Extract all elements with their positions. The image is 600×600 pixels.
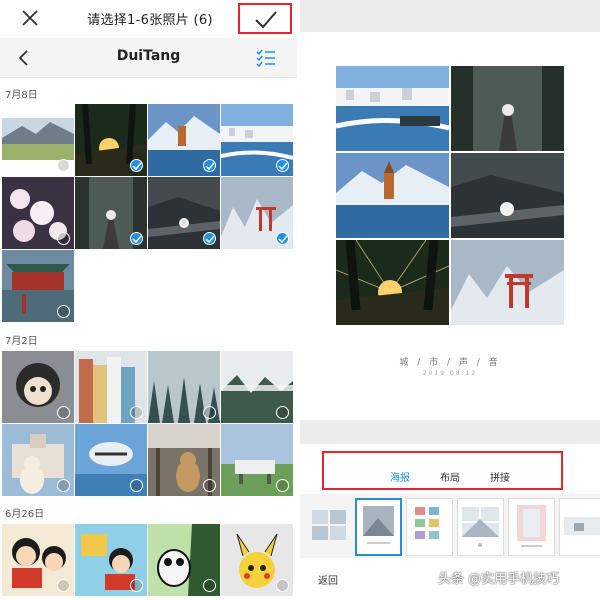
album-name[interactable]: DuiTang xyxy=(100,48,197,64)
watermark-text: 头条 @实用手机技巧 xyxy=(438,572,560,587)
photo-thumbnail[interactable] xyxy=(2,524,74,596)
photo-thumbnail[interactable] xyxy=(148,524,220,596)
photo-thumbnail[interactable] xyxy=(148,351,220,423)
poster-title[interactable]: 城 / 市 / 声 / 音 xyxy=(300,355,600,368)
photo-thumbnail[interactable] xyxy=(75,177,147,249)
select-indicator[interactable] xyxy=(57,406,70,419)
select-indicator-checked[interactable] xyxy=(276,232,289,245)
template-thumbnail-selected[interactable] xyxy=(355,498,402,556)
template-thumbnail[interactable] xyxy=(559,498,600,556)
template-thumbnail[interactable] xyxy=(457,498,504,556)
poster-preview: 城 / 市 / 声 / 音 2019.08.12 xyxy=(300,32,600,420)
photo-thumbnail[interactable] xyxy=(148,177,220,249)
select-indicator-checked[interactable] xyxy=(276,159,289,172)
tab-poster[interactable]: 海报 xyxy=(390,469,410,484)
photo-thumbnail[interactable] xyxy=(221,104,293,176)
select-indicator[interactable] xyxy=(203,406,216,419)
tab-splice[interactable]: 拼接 xyxy=(490,469,510,484)
photo-thumbnail[interactable] xyxy=(2,351,74,423)
template-thumbnail[interactable] xyxy=(306,498,353,556)
checkmark-icon xyxy=(278,162,288,170)
chevron-left-icon[interactable] xyxy=(14,48,34,68)
collage-editor-panel: 城 / 市 / 声 / 音 2019.08.12 海报 布局 拼接 返回 头条 … xyxy=(300,0,600,600)
select-indicator[interactable] xyxy=(203,479,216,492)
photo-thumbnail[interactable] xyxy=(2,104,74,176)
photo-thumbnail[interactable] xyxy=(75,351,147,423)
select-indicator[interactable] xyxy=(276,479,289,492)
collage-cell[interactable] xyxy=(336,153,449,238)
collage-cell[interactable] xyxy=(336,66,449,151)
close-icon[interactable] xyxy=(18,6,42,30)
collage-cell[interactable] xyxy=(451,66,564,151)
checkmark-icon xyxy=(278,235,288,243)
checkmark-icon xyxy=(132,162,142,170)
picker-title: 请选择1-6张照片 (6) xyxy=(87,13,213,28)
select-indicator[interactable] xyxy=(130,479,143,492)
select-indicator[interactable] xyxy=(57,305,70,318)
multi-select-icon[interactable] xyxy=(255,47,277,69)
collage-grid xyxy=(336,66,564,326)
select-indicator[interactable] xyxy=(130,406,143,419)
checkmark-icon xyxy=(132,235,142,243)
checkmark-icon xyxy=(205,162,215,170)
template-thumbnail[interactable] xyxy=(508,498,555,556)
album-nav-bar: DuiTang xyxy=(0,38,297,78)
checkmark-icon xyxy=(205,235,215,243)
select-indicator[interactable] xyxy=(57,579,70,592)
select-indicator[interactable] xyxy=(276,579,289,592)
photo-thumbnail[interactable] xyxy=(75,424,147,496)
select-indicator-checked[interactable] xyxy=(203,159,216,172)
select-indicator[interactable] xyxy=(203,579,216,592)
photo-thumbnail[interactable] xyxy=(221,351,293,423)
photo-thumbnail[interactable] xyxy=(2,424,74,496)
collage-cell[interactable] xyxy=(451,240,564,325)
tab-layout[interactable]: 布局 xyxy=(440,469,460,484)
photo-picker-panel: 请选择1-6张照片 (6) DuiTang 7月8日 7月2日 6月26日 xyxy=(0,0,297,600)
select-indicator[interactable] xyxy=(130,579,143,592)
select-indicator[interactable] xyxy=(57,479,70,492)
photo-thumbnail[interactable] xyxy=(75,104,147,176)
poster-date: 2019.08.12 xyxy=(422,370,478,377)
photo-thumbnail[interactable] xyxy=(221,524,293,596)
confirm-button[interactable] xyxy=(238,3,292,34)
section-date: 7月2日 xyxy=(5,336,38,347)
photo-thumbnail[interactable] xyxy=(2,177,74,249)
select-indicator[interactable] xyxy=(57,159,70,172)
photo-thumbnail[interactable] xyxy=(75,524,147,596)
section-date: 6月26日 xyxy=(5,509,45,520)
photo-thumbnail[interactable] xyxy=(148,104,220,176)
collage-cell[interactable] xyxy=(336,240,449,325)
select-indicator[interactable] xyxy=(276,406,289,419)
template-thumbnail[interactable] xyxy=(406,498,453,556)
collage-cell[interactable] xyxy=(451,153,564,238)
back-button[interactable]: 返回 xyxy=(318,572,338,587)
photo-thumbnail[interactable] xyxy=(221,424,293,496)
photo-thumbnail[interactable] xyxy=(148,424,220,496)
picker-top-bar: 请选择1-6张照片 (6) xyxy=(0,0,297,36)
checkmark-icon xyxy=(255,11,277,29)
select-indicator-checked[interactable] xyxy=(130,159,143,172)
select-indicator-checked[interactable] xyxy=(203,232,216,245)
select-indicator-checked[interactable] xyxy=(130,232,143,245)
select-indicator[interactable] xyxy=(57,232,70,245)
section-date: 7月8日 xyxy=(5,90,38,101)
photo-thumbnail[interactable] xyxy=(221,177,293,249)
photo-thumbnail[interactable] xyxy=(2,250,74,322)
editor-top-area xyxy=(300,0,600,32)
